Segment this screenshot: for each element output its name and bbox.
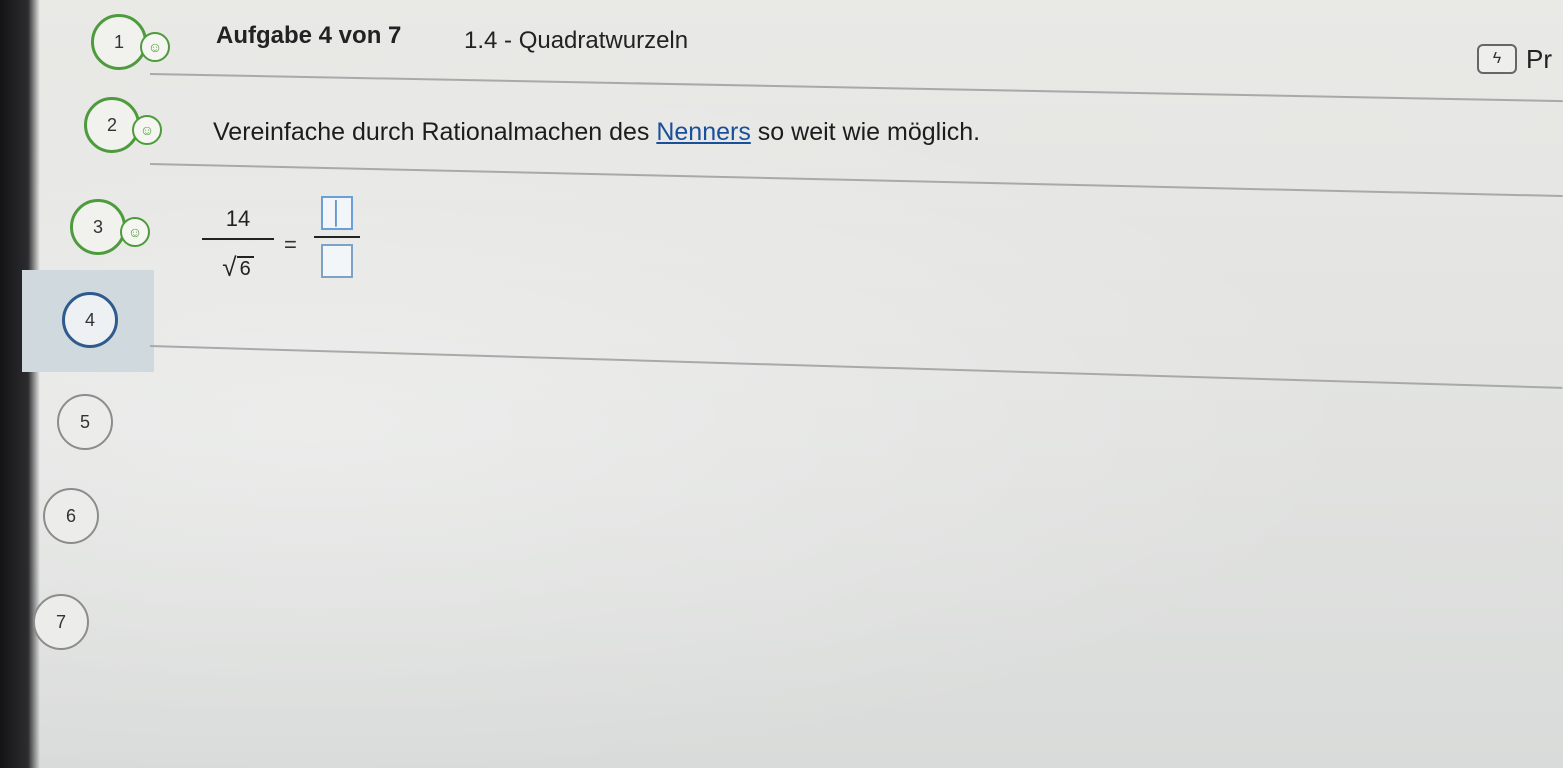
step-6[interactable]: 6 (43, 488, 99, 544)
step-1[interactable]: 1 (91, 14, 147, 70)
screen: 1 ☺ 2 ☺ 3 ☺ 4 5 6 7 Aufgabe 4 von 7 1.4 … (0, 0, 1563, 768)
answer-denominator-input[interactable] (321, 244, 353, 278)
answer-numerator-input[interactable]: │ (321, 196, 353, 230)
smiley-icon: ☺ (140, 32, 170, 62)
divider (149, 163, 1563, 198)
divider (149, 73, 1563, 103)
denominator: √ 6 (222, 244, 254, 282)
step-7[interactable]: 7 (33, 594, 89, 650)
step-5[interactable]: 5 (57, 394, 113, 450)
radicand: 6 (236, 256, 254, 280)
smiley-icon: ☺ (132, 115, 162, 145)
numerator: 14 (225, 206, 251, 231)
nenner-link[interactable]: Nenners (656, 118, 751, 146)
step-3[interactable]: 3 (70, 199, 126, 255)
sqrt-symbol: √ (222, 252, 237, 282)
step-sidebar: 1 ☺ 2 ☺ 3 ☺ 4 5 6 7 (0, 0, 200, 768)
step-4[interactable]: 4 (62, 292, 118, 348)
fraction-bar (314, 236, 360, 238)
divider (149, 345, 1563, 389)
topic-title: 1.4 - Quadratwurzeln (464, 27, 689, 54)
answer-fraction: │ (312, 196, 362, 278)
smiley-icon: ☺ (120, 217, 150, 247)
cut-off-label: Pr (1526, 44, 1552, 74)
task-counter: Aufgabe 4 von 7 (216, 22, 402, 49)
fraction-bar (202, 238, 274, 240)
task-instruction: Vereinfache durch Rationalmachen des Nen… (213, 118, 981, 146)
given-fraction: 14 √ 6 (198, 206, 278, 280)
lightning-icon: ϟ (1492, 50, 1502, 67)
hint-button[interactable]: ϟ (1477, 44, 1517, 74)
equals-sign: = (284, 232, 297, 257)
